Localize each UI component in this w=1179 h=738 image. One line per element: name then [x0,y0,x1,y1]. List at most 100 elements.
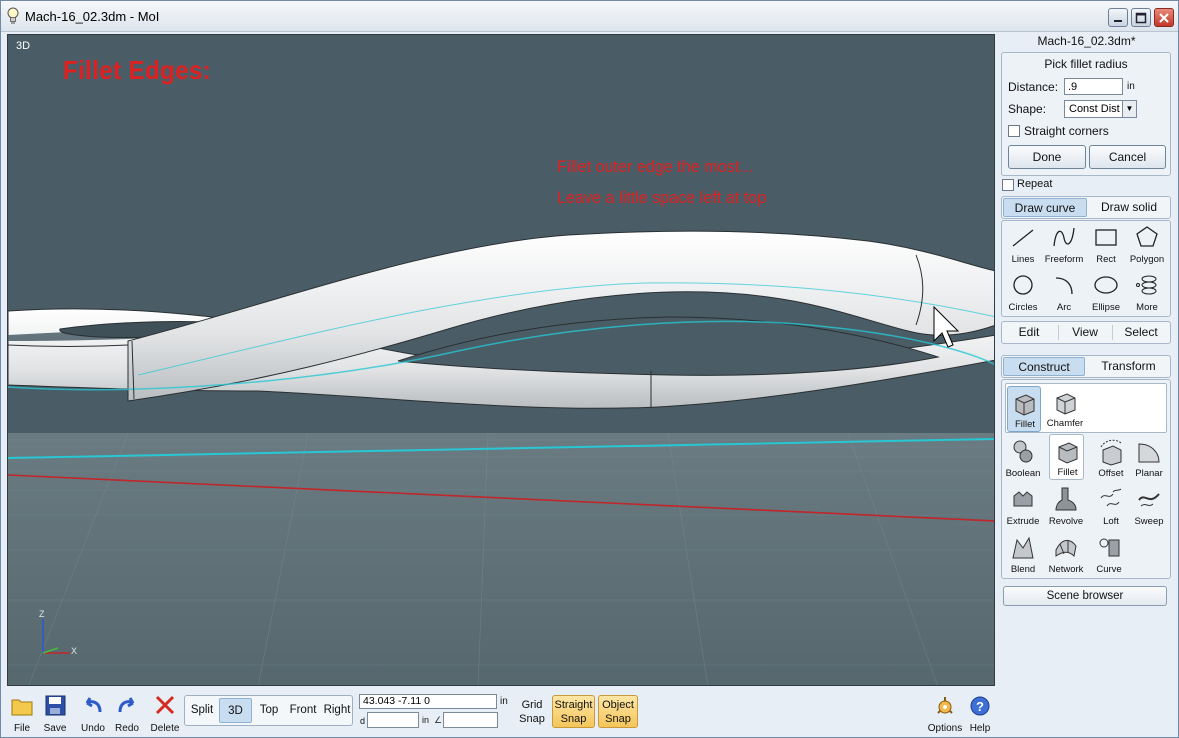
minimize-button[interactable] [1108,8,1128,27]
loft-tool[interactable]: Loft [1090,484,1132,530]
shape-select[interactable]: Const Dist ▼ [1064,100,1137,118]
chevron-down-icon[interactable]: ▼ [1122,101,1136,117]
folder-icon [11,699,33,716]
construct-tabs: Construct Transform [1001,355,1171,378]
straight-snap-toggle[interactable]: Straight Snap [552,695,595,728]
fillet-subtool[interactable]: Fillet [1007,386,1041,432]
rect-icon [1095,229,1117,246]
planar-tool[interactable]: Planar [1128,436,1170,482]
angle-input[interactable] [443,712,498,728]
distance-prefix: d [360,716,366,726]
grid-snap-toggle[interactable]: Grid Snap [515,698,549,726]
network-icon [1055,540,1077,558]
lightbulb-icon [6,7,20,25]
annotation-note-1: Fillet outer edge the most... [557,157,753,176]
blend-tool[interactable]: Blend [1002,532,1044,578]
tab-select[interactable]: Select [1113,323,1169,342]
annotation-note-2: Leave a little space left at top [557,188,767,207]
fillet-tool[interactable]: Fillet [1049,434,1084,480]
axis-x-label: X [71,646,78,656]
boolean-icon [1013,440,1033,463]
lines-tool[interactable]: Lines [1002,222,1044,268]
mode-tabs: Edit View Select [1001,321,1171,344]
curve-tools: Lines Freeform Rect Polygon Circles Arc [1001,220,1171,317]
redo-button[interactable]: Redo [110,692,144,734]
repeat-checkbox[interactable] [1002,179,1014,191]
draw-tabs: Draw curve Draw solid [1001,196,1171,219]
shape-select-value: Const Dist [1069,103,1120,115]
polygon-tool[interactable]: Polygon [1126,222,1168,268]
network-tool[interactable]: Network [1045,532,1087,578]
options-icon [937,697,953,714]
chamfer-icon [1056,393,1076,415]
boolean-tool[interactable]: Boolean [1002,436,1044,482]
arc-tool[interactable]: Arc [1043,270,1085,316]
close-button[interactable] [1154,8,1174,27]
freeform-icon [1053,227,1075,247]
command-prompt: Pick fillet radius [1044,57,1128,71]
sweep-tool[interactable]: Sweep [1128,484,1170,530]
cancel-button[interactable]: Cancel [1089,145,1166,169]
maximize-button[interactable] [1131,8,1151,27]
viewport-3d[interactable]: 3D Fillet Edges: Fillet outer edge the m… [7,34,995,686]
save-button[interactable]: Save [38,692,72,734]
done-button[interactable]: Done [1008,145,1086,169]
title-bar: Mach-16_02.3dm - MoI [1,1,1178,32]
maximize-icon [1135,12,1147,24]
redo-icon [118,697,135,713]
scene-browser-button[interactable]: Scene browser [1003,586,1167,606]
delete-button[interactable]: Delete [148,692,182,734]
distance-input[interactable] [1064,78,1123,95]
freeform-tool[interactable]: Freeform [1043,222,1085,268]
curve-tool[interactable]: Curve [1088,532,1130,578]
tab-edit[interactable]: Edit [1003,323,1055,342]
circles-tool[interactable]: Circles [1002,270,1044,316]
undo-button[interactable]: Undo [76,692,110,734]
angle-icon: ∠ [434,715,443,725]
extrude-icon [1013,491,1033,507]
circle-icon [1013,275,1033,295]
extrude-tool[interactable]: Extrude [1002,484,1044,530]
revolve-tool[interactable]: Revolve [1045,484,1087,530]
rect-tool[interactable]: Rect [1085,222,1127,268]
offset-icon [1100,439,1122,466]
view-right-button[interactable]: Right [321,698,353,723]
lines-icon [1012,229,1034,247]
distance-input[interactable] [367,712,419,728]
view-front-button[interactable]: Front [286,698,320,723]
tab-construct[interactable]: Construct [1003,357,1085,376]
axis-z-label: Z [39,609,45,619]
tab-draw-solid[interactable]: Draw solid [1089,198,1169,217]
ellipse-tool[interactable]: Ellipse [1085,270,1127,316]
minimize-icon [1114,20,1122,22]
svg-text:?: ? [976,699,984,714]
helix-icon [1136,275,1157,295]
help-button[interactable]: ? Help [963,692,997,734]
viewport-name[interactable]: 3D [16,40,30,52]
view-split-button[interactable]: Split [186,698,218,723]
side-panel: Mach-16_02.3dm* Pick fillet radius Dista… [999,34,1174,686]
offset-tool[interactable]: Offset [1090,436,1132,482]
bottom-toolbar: File Save Undo Redo Delete Split 3D Top … [1,688,1178,737]
view-top-button[interactable]: Top [253,698,285,723]
coordinate-readout[interactable]: 43.043 -7.11 0 [359,694,497,709]
tab-transform[interactable]: Transform [1088,357,1169,376]
options-button[interactable]: Options [928,692,962,734]
scene-canvas [8,35,994,685]
straight-corners-label: Straight corners [1024,124,1109,138]
tab-view[interactable]: View [1059,323,1111,342]
view-3d-button[interactable]: 3D [219,698,252,723]
distance-unit: in [1127,81,1135,92]
straight-corners-checkbox[interactable] [1008,125,1020,137]
curve-icon [1099,538,1120,557]
more-tool[interactable]: More [1126,270,1168,316]
loft-icon [1100,488,1122,507]
close-icon [1159,13,1169,23]
app-window: Mach-16_02.3dm - MoI 3D Fillet Edges: Fi… [0,0,1179,738]
tab-draw-curve[interactable]: Draw curve [1003,198,1087,217]
window-title: Mach-16_02.3dm - MoI [25,9,160,24]
undo-icon [85,697,102,713]
distance-unit: in [422,715,430,725]
chamfer-subtool[interactable]: Chamfer [1044,386,1086,432]
object-snap-toggle[interactable]: Object Snap [598,695,638,728]
